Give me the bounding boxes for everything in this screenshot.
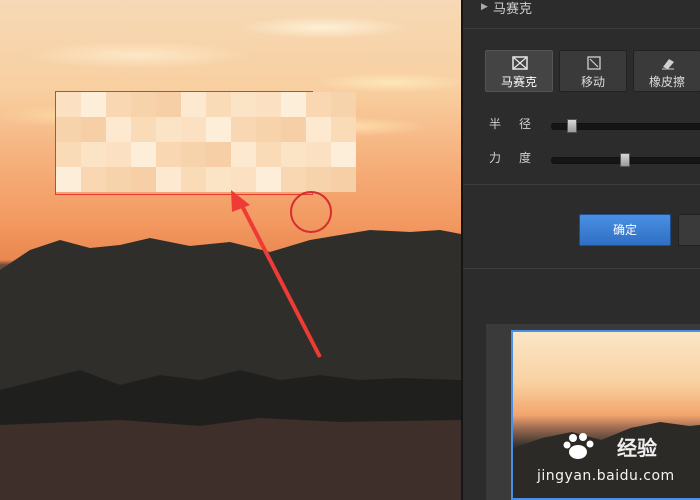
radius-slider-row: 半径 <box>463 115 700 135</box>
photo-canvas[interactable] <box>0 0 461 500</box>
tool-move[interactable]: 移动 <box>559 50 627 92</box>
radius-slider-track[interactable] <box>551 119 700 133</box>
panel-title: 马赛克 <box>493 2 533 17</box>
tool-mosaic[interactable]: 马赛克 <box>485 50 553 92</box>
watermark-url: jingyan.baidu.com <box>537 468 675 484</box>
panel-separator <box>463 184 700 185</box>
tool-move-label: 移动 <box>580 75 605 89</box>
radius-slider-thumb[interactable] <box>567 119 577 133</box>
tool-mosaic-label: 马赛克 <box>500 75 537 89</box>
collapse-triangle-icon[interactable]: ▶ <box>481 2 488 12</box>
strength-slider-row: 力度 <box>463 149 700 169</box>
preview-mountain <box>513 422 700 498</box>
preview-area: 经验 jingyan.baidu.com <box>486 324 700 500</box>
preview-thumbnail[interactable]: 经验 jingyan.baidu.com <box>511 330 700 500</box>
tool-eraser[interactable]: 橡皮擦 <box>633 50 700 92</box>
move-icon <box>587 56 601 70</box>
tool-eraser-label: 橡皮擦 <box>648 75 685 89</box>
panel-separator-2 <box>463 268 700 269</box>
strength-label: 力度 <box>489 151 550 165</box>
radius-label: 半径 <box>489 117 550 131</box>
mosaic-panel: ▶ 马赛克 马赛克 移动 橡皮擦 半径 力度 确定 经验 jingyan.bai… <box>463 0 700 500</box>
watermark-brand: 经验 <box>617 436 657 460</box>
strength-slider-track[interactable] <box>551 153 700 167</box>
mosaic-icon <box>512 56 528 70</box>
cancel-button[interactable] <box>678 214 700 246</box>
confirm-button[interactable]: 确定 <box>579 214 671 246</box>
strength-slider-thumb[interactable] <box>619 153 630 167</box>
eraser-icon <box>662 59 674 70</box>
baidu-paw-logo <box>563 433 594 459</box>
panel-header[interactable]: ▶ 马赛克 <box>463 0 700 29</box>
annotation-arrow <box>231 190 322 358</box>
